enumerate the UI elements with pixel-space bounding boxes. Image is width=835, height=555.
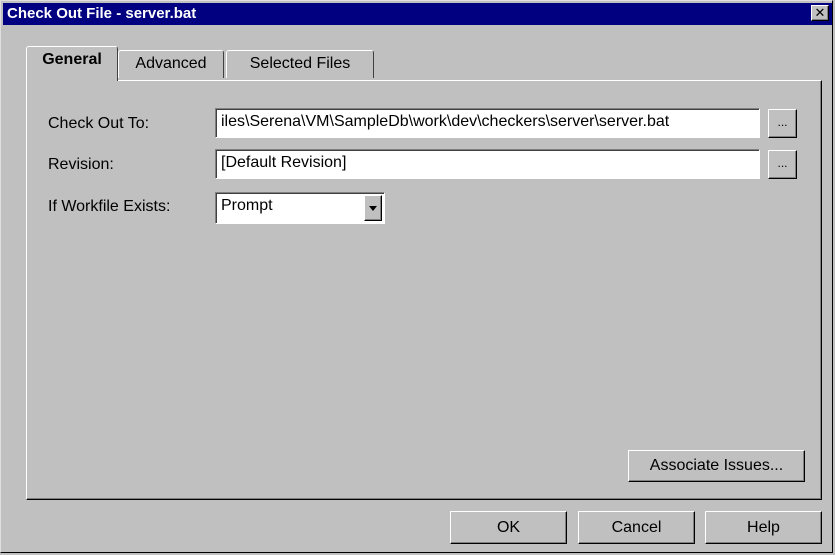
check-out-to-browse-button[interactable]: ...	[768, 109, 797, 138]
check-out-to-field[interactable]: iles\Serena\VM\SampleDb\work\dev\checker…	[215, 108, 760, 138]
associate-issues-button[interactable]: Associate Issues...	[628, 450, 805, 482]
cancel-button[interactable]: Cancel	[578, 511, 695, 544]
tab-selected-files[interactable]: Selected Files	[226, 50, 374, 78]
revision-label: Revision:	[48, 156, 114, 173]
ok-button[interactable]: OK	[450, 511, 567, 544]
general-tab-panel: Check Out To: iles\Serena\VM\SampleDb\wo…	[26, 80, 822, 500]
window-title: Check Out File - server.bat	[7, 5, 197, 22]
help-button[interactable]: Help	[705, 511, 822, 544]
if-workfile-exists-label: If Workfile Exists:	[48, 198, 171, 215]
chevron-down-icon	[369, 206, 377, 211]
dropdown-arrow-button[interactable]	[364, 195, 382, 221]
title-bar[interactable]: Check Out File - server.bat ✕	[3, 3, 832, 25]
check-out-to-label: Check Out To:	[48, 115, 150, 132]
revision-field[interactable]: [Default Revision]	[215, 149, 760, 179]
tab-general[interactable]: General	[26, 46, 118, 81]
if-workfile-exists-value: Prompt	[221, 197, 273, 214]
close-icon[interactable]: ✕	[811, 5, 829, 21]
tab-advanced[interactable]: Advanced	[118, 50, 224, 78]
check-out-dialog: Check Out File - server.bat ✕ General Ad…	[0, 0, 833, 553]
if-workfile-exists-dropdown[interactable]: Prompt	[215, 192, 385, 224]
revision-browse-button[interactable]: ...	[768, 150, 797, 179]
